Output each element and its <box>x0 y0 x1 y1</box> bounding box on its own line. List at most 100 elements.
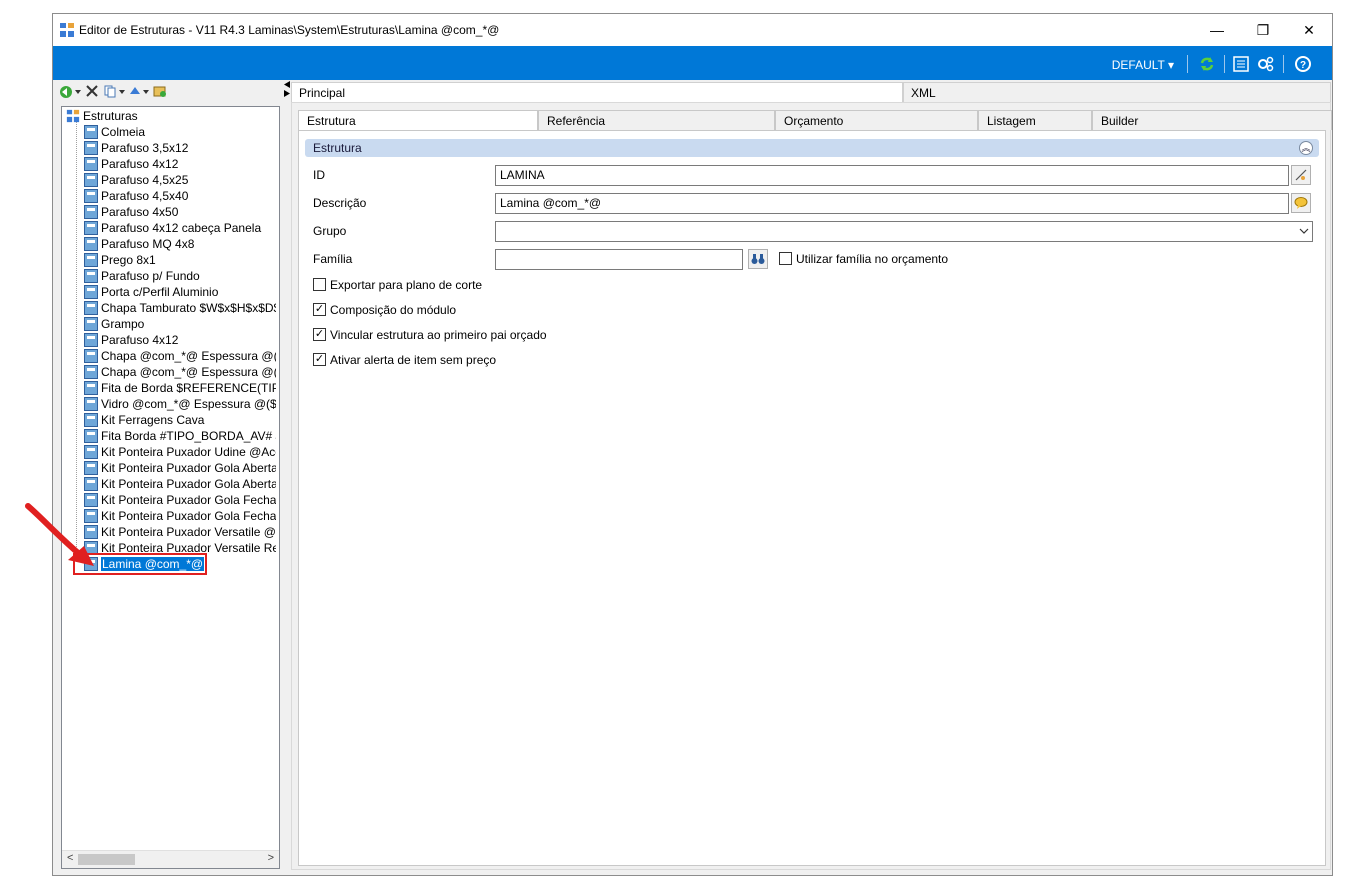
tab-listagem[interactable]: Listagem <box>978 110 1092 130</box>
tree-item[interactable]: Kit Ponteira Puxador Gola Fechada <box>84 493 276 509</box>
structure-node-icon <box>84 317 98 331</box>
tab-referencia[interactable]: Referência <box>538 110 775 130</box>
toolbar-separator <box>1283 55 1284 73</box>
option-checkbox[interactable]: Exportar para plano de corte <box>313 278 482 294</box>
checkbox-label: Ativar alerta de item sem preço <box>330 353 497 367</box>
utilizar-familia-label: Utilizar família no orçamento <box>796 252 949 266</box>
group-header: Estrutura ︽ <box>305 139 1319 157</box>
tree-item[interactable]: Chapa Tamburato $W$x$H$x$D$m <box>84 301 276 317</box>
tree-item[interactable]: Parafuso 3,5x12 <box>84 141 276 157</box>
tree-item[interactable]: Kit Ponteira Puxador Gola Aberta 18 <box>84 477 276 493</box>
tree-item-label: Kit Ponteira Puxador Gola Fechada <box>101 493 276 507</box>
tree-horizontal-scrollbar[interactable]: < > <box>62 850 279 868</box>
scroll-right-icon[interactable]: > <box>268 852 274 864</box>
help-icon[interactable]: ? <box>1294 55 1312 73</box>
checkbox-label: Exportar para plano de corte <box>330 278 483 292</box>
tree-connector <box>76 121 78 561</box>
structure-node-icon <box>84 349 98 363</box>
tree-item[interactable]: Parafuso 4,5x40 <box>84 189 276 205</box>
checkbox-box[interactable] <box>779 252 792 265</box>
close-button[interactable]: ✕ <box>1286 14 1332 46</box>
tree-item[interactable]: Chapa @com_*@ Espessura @($ <box>84 365 276 381</box>
checkbox-box[interactable]: ✓ <box>313 353 326 366</box>
move-up-icon[interactable] <box>129 85 141 97</box>
familia-field[interactable] <box>495 249 743 270</box>
tree-item-label: Parafuso MQ 4x8 <box>101 237 195 251</box>
checkbox-box[interactable]: ✓ <box>313 303 326 316</box>
tree-item[interactable]: Grampo <box>84 317 276 333</box>
list-view-icon[interactable] <box>1232 55 1250 73</box>
tree-item[interactable]: Parafuso 4x50 <box>84 205 276 221</box>
tree-item[interactable]: Vidro @com_*@ Espessura @($H$ <box>84 397 276 413</box>
utilizar-familia-checkbox[interactable]: Utilizar família no orçamento <box>779 252 948 268</box>
copy-icon[interactable] <box>103 84 117 98</box>
tree-root-label: Estruturas <box>83 109 138 123</box>
tab-estrutura[interactable]: Estrutura <box>298 110 538 131</box>
tab-builder[interactable]: Builder <box>1092 110 1332 130</box>
scrollbar-thumb[interactable] <box>78 854 135 865</box>
option-checkbox[interactable]: ✓ Ativar alerta de item sem preço <box>313 353 496 369</box>
tree-item[interactable]: Colmeia <box>84 125 276 141</box>
tree-item[interactable]: Fita de Borda $REFERENCE(TIPO <box>84 381 276 397</box>
id-picker-icon[interactable] <box>1291 165 1311 185</box>
tree-item[interactable]: Porta c/Perfil Aluminio <box>84 285 276 301</box>
tree-root[interactable]: Estruturas <box>66 109 138 123</box>
tab-principal[interactable]: Principal <box>291 82 903 102</box>
tree-item[interactable]: Parafuso p/ Fundo <box>84 269 276 285</box>
option-checkbox[interactable]: ✓ Vincular estrutura ao primeiro pai orça… <box>313 328 547 344</box>
structure-tree: Estruturas Colmeia Parafuso 3,5x12 Parafus… <box>61 106 280 869</box>
option-checkbox[interactable]: ✓ Composição do módulo <box>313 303 456 319</box>
profile-dropdown[interactable]: DEFAULT ▾ <box>1112 58 1174 72</box>
structure-node-icon <box>84 365 98 379</box>
main-area: Estrutura Referência Orçamento Listagem … <box>291 102 1332 870</box>
checkbox-box[interactable] <box>313 278 326 291</box>
tree-item[interactable]: Fita Borda #TIPO_BORDA_AV# $F <box>84 429 276 445</box>
tree-item[interactable]: Parafuso 4,5x25 <box>84 173 276 189</box>
structure-node-icon <box>84 461 98 475</box>
structure-node-icon <box>84 301 98 315</box>
export-icon[interactable] <box>153 84 167 98</box>
tab-orcamento[interactable]: Orçamento <box>775 110 978 130</box>
tree-item[interactable]: Kit Ponteira Puxador Udine @Ace_l <box>84 445 276 461</box>
tree-item[interactable]: Parafuso 4x12 cabeça Panela <box>84 221 276 237</box>
scroll-left-icon[interactable]: < <box>67 852 73 864</box>
tree-item-label: Chapa Tamburato $W$x$H$x$D$m <box>101 301 276 315</box>
familia-label: Família <box>313 252 353 266</box>
tree-item[interactable]: Kit Ferragens Cava <box>84 413 276 429</box>
chevron-down-icon[interactable] <box>143 89 149 95</box>
refresh-icon[interactable] <box>1198 55 1216 73</box>
descricao-field[interactable]: Lamina @com_*@ <box>495 193 1289 214</box>
collapse-icon[interactable]: ︽ <box>1299 141 1313 155</box>
tree-item[interactable]: Parafuso MQ 4x8 <box>84 237 276 253</box>
structure-node-icon <box>84 125 98 139</box>
minimize-button[interactable]: — <box>1194 14 1240 46</box>
chevron-down-icon[interactable] <box>75 89 81 95</box>
tab-xml[interactable]: XML <box>903 82 1331 102</box>
tree-item[interactable]: Kit Ponteira Puxador Gola Aberta 15 <box>84 461 276 477</box>
tree-item-label: Kit Ponteira Puxador Gola Aberta 15 <box>101 461 276 475</box>
tree-item-label: Parafuso 4x50 <box>101 205 179 219</box>
delete-icon[interactable] <box>85 84 99 98</box>
tree-item[interactable]: Chapa @com_*@ Espessura @($ <box>84 349 276 365</box>
tree-item[interactable]: Parafuso 4x12 <box>84 157 276 173</box>
back-icon[interactable] <box>59 85 73 99</box>
structure-node-icon <box>84 445 98 459</box>
translate-icon[interactable] <box>1291 193 1311 213</box>
maximize-button[interactable]: ❐ <box>1240 14 1286 46</box>
chevron-down-icon[interactable] <box>119 89 125 95</box>
tree-item[interactable]: Parafuso 4x12 <box>84 333 276 349</box>
settings-icon[interactable] <box>1256 55 1274 73</box>
grupo-select[interactable] <box>495 221 1313 242</box>
tree-item[interactable]: Kit Ponteira Puxador Gola Fechada <box>84 509 276 525</box>
panel-toggle-icon[interactable] <box>283 81 291 97</box>
tree-item[interactable]: Prego 8x1 <box>84 253 276 269</box>
id-field[interactable]: LAMINA <box>495 165 1289 186</box>
tree-item[interactable]: Kit Ponteira Puxador Versatile @Ac <box>84 525 276 541</box>
binoculars-icon[interactable] <box>748 249 768 269</box>
checkbox-box[interactable]: ✓ <box>313 328 326 341</box>
grupo-label: Grupo <box>313 224 347 238</box>
checkbox-label: Composição do módulo <box>330 303 457 317</box>
chevron-down-icon[interactable] <box>1299 228 1309 235</box>
tree-item-label: Vidro @com_*@ Espessura @($H$ <box>101 397 276 411</box>
structure-node-icon <box>84 173 98 187</box>
